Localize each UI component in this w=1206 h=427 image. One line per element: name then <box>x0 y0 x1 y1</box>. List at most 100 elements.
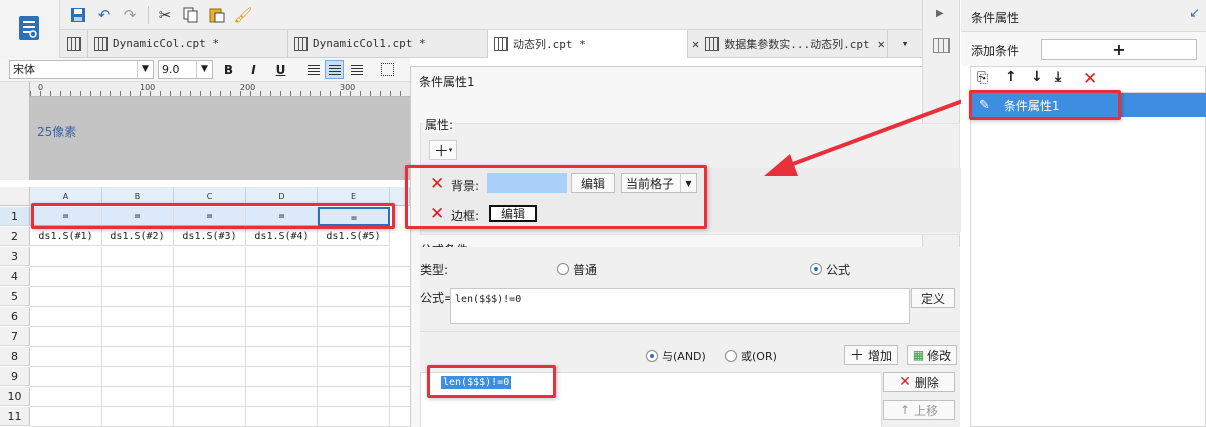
delete-condition-icon[interactable]: ✕ <box>1083 71 1097 88</box>
cell-c1[interactable]: = <box>174 207 246 226</box>
row-header[interactable]: 3 <box>0 247 30 266</box>
or-radio[interactable] <box>725 350 737 362</box>
column-header[interactable]: B <box>102 187 174 206</box>
redo-icon[interactable]: ↷ <box>120 5 140 25</box>
cell-d1[interactable]: = <box>246 207 318 226</box>
save-icon[interactable] <box>68 5 88 25</box>
border-label: 边框: <box>451 209 480 223</box>
undo-icon[interactable]: ↶ <box>94 5 114 25</box>
type-formula-radio[interactable] <box>810 263 822 275</box>
font-family-select[interactable]: 宋体 ▼ <box>9 60 154 79</box>
empty-cells[interactable] <box>30 247 410 427</box>
selected-condition-item[interactable]: ✎ 条件属性1 <box>971 93 1206 117</box>
edit-border-button[interactable]: 编辑 <box>489 205 537 222</box>
column-header[interactable] <box>390 187 410 206</box>
formula-input[interactable]: len($$$)!=0 <box>450 288 910 324</box>
height-label: 25像素 <box>37 125 77 139</box>
chevron-down-icon: ▼ <box>196 61 212 78</box>
delete-condition-button[interactable]: ✕ 删除 <box>883 372 955 392</box>
align-center-icon[interactable] <box>325 60 344 79</box>
tab-dynamic-column[interactable]: 动态列.cpt * <box>488 30 688 58</box>
or-label: 或(OR) <box>741 350 777 363</box>
row-header[interactable]: 9 <box>0 367 30 386</box>
scope-select[interactable]: 当前格子 ▼ <box>621 173 697 193</box>
dock-icon[interactable]: ↙ <box>1189 6 1200 21</box>
edit-background-button[interactable]: 编辑 <box>571 173 615 193</box>
column-header[interactable]: A <box>30 187 102 206</box>
parameter-design-area[interactable] <box>30 97 410 180</box>
row-header[interactable]: 5 <box>0 287 30 306</box>
background-color-swatch[interactable] <box>487 173 567 193</box>
paste-icon[interactable] <box>207 5 227 25</box>
type-normal-label: 普通 <box>573 263 598 277</box>
cell-e1[interactable]: = <box>318 207 390 226</box>
delete-icon: ✕ <box>899 374 911 390</box>
row-header[interactable]: 11 <box>0 407 30 426</box>
define-button[interactable]: 定义 <box>911 288 955 308</box>
row-header[interactable]: 10 <box>0 387 30 406</box>
tab-close-icon[interactable]: ✕ <box>692 37 699 51</box>
dialog-title: 条件属性1 <box>419 75 475 89</box>
add-condition-button[interactable]: ＋增加 <box>844 345 898 365</box>
row-header[interactable]: 1 <box>0 207 30 226</box>
bold-button[interactable]: B <box>219 60 238 79</box>
panel-header: 条件属性 ↙ <box>961 0 1206 32</box>
tab-menu-icon[interactable]: ▾ <box>888 30 922 57</box>
tab-grid-icon[interactable] <box>60 30 88 57</box>
move-bottom-icon[interactable]: ⤓ <box>1055 69 1061 85</box>
and-radio[interactable] <box>646 350 658 362</box>
report-file-icon <box>705 36 720 51</box>
align-left-icon[interactable] <box>304 60 323 79</box>
move-up-button[interactable]: ↑ 上移 <box>883 400 955 420</box>
format-painter-icon[interactable]: 🖌 <box>233 5 253 25</box>
chevron-down-icon: ▼ <box>680 174 696 192</box>
widget-panel-icon[interactable] <box>933 38 950 53</box>
cell-b2[interactable]: ds1.S(#2) <box>102 227 174 246</box>
align-right-icon[interactable] <box>347 60 366 79</box>
row-header[interactable]: 6 <box>0 307 30 326</box>
cut-icon[interactable]: ✂ <box>155 5 175 25</box>
column-header[interactable]: D <box>246 187 318 206</box>
grid-corner[interactable] <box>0 187 30 206</box>
horizontal-ruler: 0 100 200 300 <box>30 82 410 97</box>
tab-dynamiccol1[interactable]: DynamicCol1.cpt * <box>288 30 488 57</box>
move-up-icon[interactable]: ↑ <box>1005 69 1017 85</box>
edit-icon: ▦ <box>912 348 925 362</box>
cell-a1[interactable]: = <box>30 207 102 226</box>
row-header[interactable]: 8 <box>0 347 30 366</box>
tab-close-icon[interactable]: ✕ <box>878 37 885 51</box>
row-header[interactable]: 4 <box>0 267 30 286</box>
border-icon[interactable] <box>378 60 397 79</box>
collapse-arrow-icon[interactable]: ▶ <box>936 8 944 19</box>
modify-condition-button[interactable]: ▦ 修改 <box>907 345 957 365</box>
row-header[interactable]: 7 <box>0 327 30 346</box>
cell-e2[interactable]: ds1.S(#5) <box>318 227 390 246</box>
formula-section: 类型: 普通 公式 公式= len($$$)!=0 定义 与(AND) 或(OR… <box>420 247 960 427</box>
scope-value: 当前格子 <box>626 176 675 191</box>
copy-icon[interactable] <box>181 5 201 25</box>
row-header[interactable]: 2 <box>0 227 30 246</box>
tab-dynamiccol[interactable]: DynamicCol.cpt * <box>88 30 288 57</box>
move-down-icon[interactable]: ↓ <box>1031 69 1043 85</box>
type-normal-radio[interactable] <box>557 263 569 275</box>
type-label: 类型: <box>420 263 449 277</box>
cell-b1[interactable]: = <box>102 207 174 226</box>
cell-d2[interactable]: ds1.S(#4) <box>246 227 318 246</box>
font-size-select[interactable]: 9.0 ▼ <box>158 60 213 79</box>
tab-dataset-param[interactable]: ✕ 数据集参数实...动态列.cpt ✕ <box>688 30 888 57</box>
cell-c2[interactable]: ds1.S(#3) <box>174 227 246 246</box>
italic-button[interactable]: I <box>244 60 263 79</box>
type-formula-label: 公式 <box>826 263 851 277</box>
condition-list[interactable]: len($$$)!=0 <box>420 372 882 427</box>
copy-condition-icon[interactable]: ⎘ <box>977 70 988 86</box>
column-header[interactable]: E <box>318 187 390 206</box>
add-attribute-button[interactable]: ＋ ▾ <box>429 140 457 160</box>
cell-a2[interactable]: ds1.S(#1) <box>30 227 102 246</box>
underline-button[interactable]: U <box>271 60 290 79</box>
remove-background-icon[interactable]: ✕ <box>430 176 444 193</box>
remove-border-icon[interactable]: ✕ <box>430 206 444 223</box>
add-condition-plus-button[interactable]: + <box>1041 39 1197 60</box>
column-header[interactable]: C <box>174 187 246 206</box>
app-menu-button[interactable] <box>0 0 60 58</box>
condition-list-item[interactable]: len($$$)!=0 <box>441 376 512 389</box>
